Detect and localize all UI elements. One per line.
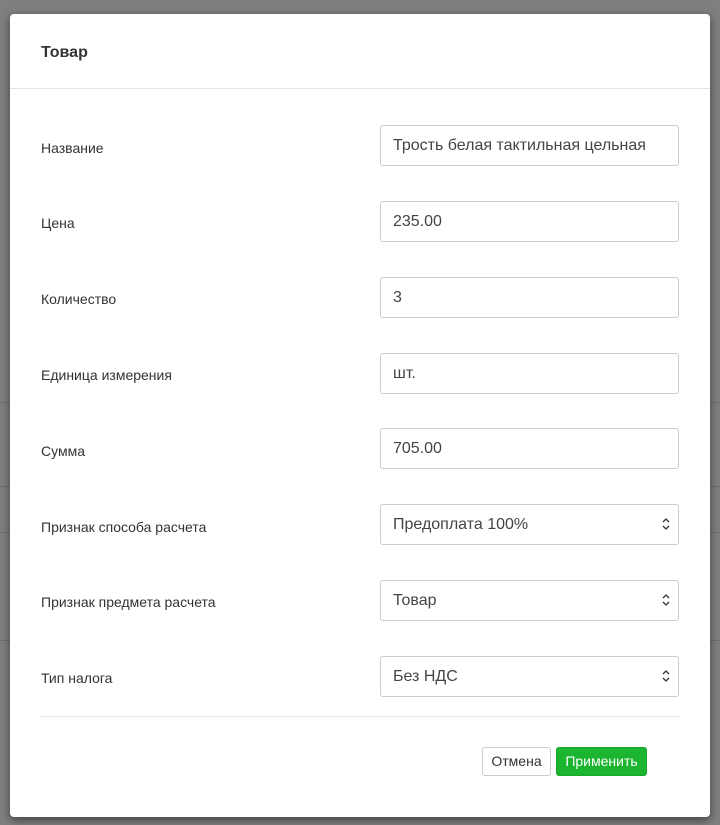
payment-method-value: Предоплата 100%: [393, 516, 529, 533]
footer-divider: [41, 716, 679, 717]
tax-type-label: Тип налога: [41, 670, 113, 686]
tax-type-value: Без НДС: [393, 668, 458, 685]
chevron-up-down-icon: [662, 670, 670, 682]
payment-subject-label: Признак предмета расчета: [41, 594, 216, 610]
dialog-title: Товар: [41, 44, 88, 61]
chevron-up-down-icon: [662, 518, 670, 530]
apply-button[interactable]: Применить: [556, 747, 647, 776]
dialog-header: Товар: [10, 14, 710, 89]
cancel-button[interactable]: Отмена: [482, 747, 551, 776]
payment-subject-value: Товар: [393, 592, 437, 609]
tax-type-select[interactable]: Без НДС: [380, 656, 679, 697]
name-input[interactable]: Трость белая тактильная цельная: [380, 125, 679, 166]
price-input[interactable]: 235.00: [380, 201, 679, 242]
sum-label: Сумма: [41, 443, 85, 459]
chevron-up-down-icon: [662, 594, 670, 606]
price-label: Цена: [41, 215, 75, 231]
quantity-label: Количество: [41, 291, 117, 307]
quantity-input[interactable]: 3: [380, 277, 679, 318]
payment-method-label: Признак способа расчета: [41, 519, 207, 535]
payment-method-select[interactable]: Предоплата 100%: [380, 504, 679, 545]
payment-subject-select[interactable]: Товар: [380, 580, 679, 621]
unit-label: Единица измерения: [41, 367, 172, 383]
name-label: Название: [41, 140, 104, 156]
product-dialog: Товар Название Трость белая тактильная ц…: [10, 14, 710, 817]
sum-input[interactable]: 705.00: [380, 428, 679, 469]
unit-input[interactable]: шт.: [380, 353, 679, 394]
